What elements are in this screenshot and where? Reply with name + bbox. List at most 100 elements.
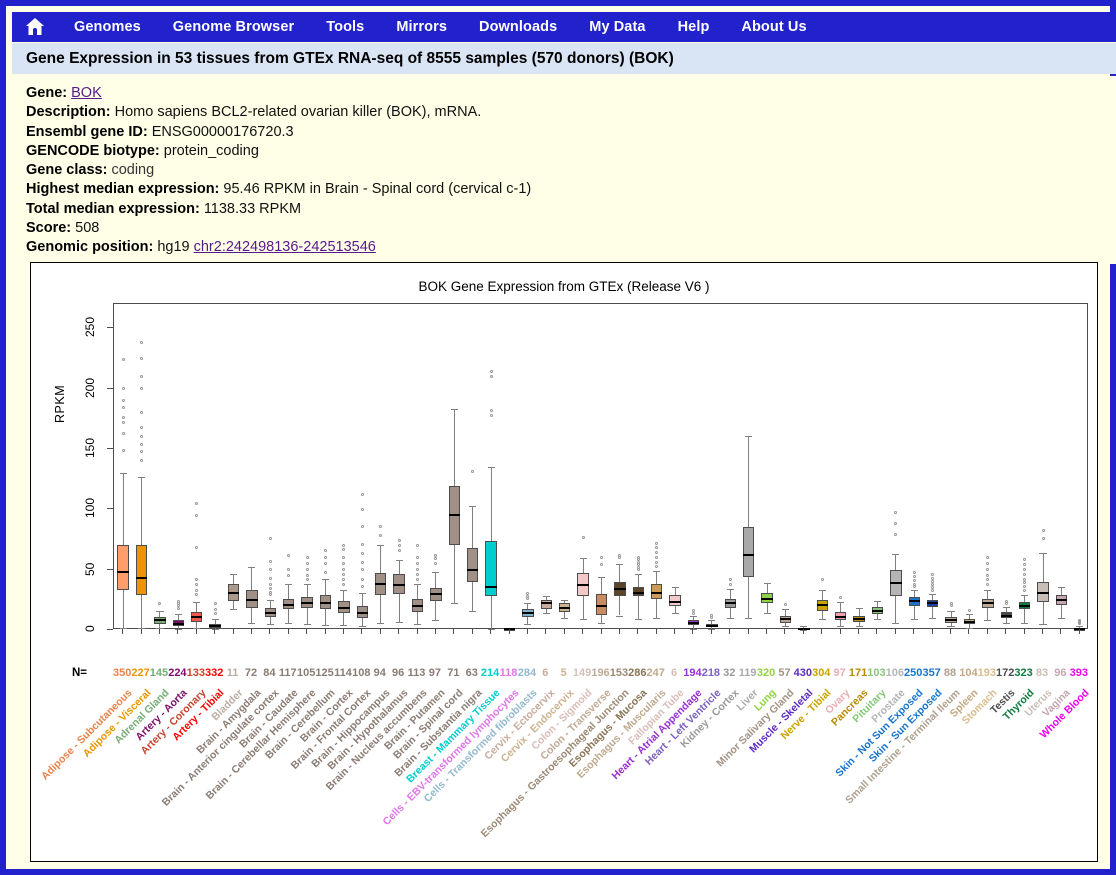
- sample-count-value: 171: [848, 667, 868, 679]
- x-tick-mark: [747, 629, 749, 634]
- x-tick-mark: [1005, 629, 1007, 634]
- sample-count-value: 119: [738, 667, 757, 679]
- sample-count-value: 6: [542, 667, 549, 679]
- assembly-value: hg19: [157, 239, 190, 256]
- x-tick-mark: [361, 629, 363, 634]
- x-axis-tissue-labels: Adipose - Subcutaneous Adipose - Visceral…: [39, 683, 1091, 863]
- nav-item-genome-browser[interactable]: Genome Browser: [157, 12, 310, 42]
- sample-count-value: 247: [646, 667, 665, 679]
- total-expression-label: Total median expression:: [26, 200, 200, 217]
- info-row-highest-expression: Highest median expression: 95.46 RPKM in…: [26, 180, 1116, 199]
- sample-count-value: 57: [778, 667, 791, 679]
- sample-count-value: 214: [480, 667, 500, 679]
- highest-expression-value: 95.46 RPKM in Brain - Spinal cord (cervi…: [223, 181, 532, 198]
- sample-count-value: 96: [1054, 667, 1067, 679]
- description-label: Description:: [26, 104, 111, 121]
- x-tick-mark: [508, 629, 510, 634]
- sample-count-value: 350: [113, 667, 132, 679]
- genomic-position-link[interactable]: chr2:242498136-242513546: [194, 239, 376, 255]
- x-tick-mark: [876, 629, 878, 634]
- sample-count-value: 83: [1035, 667, 1049, 679]
- nav-item-about-us[interactable]: About Us: [725, 12, 822, 42]
- x-tick-mark: [453, 629, 455, 634]
- x-tick-mark: [214, 629, 216, 634]
- boxplot-plot-area: [113, 303, 1088, 631]
- x-tick-mark: [1060, 629, 1062, 634]
- sample-count-row-label: N=: [72, 667, 88, 679]
- sample-count-value: 149: [572, 667, 592, 679]
- y-tick-label: 250: [83, 317, 97, 338]
- x-tick-mark: [379, 629, 381, 634]
- info-row-gene: Gene: BOK: [26, 84, 1116, 103]
- x-tick-mark: [1023, 629, 1025, 634]
- sample-count-value: 113: [407, 667, 426, 679]
- ensembl-value: ENSG00000176720.3: [151, 123, 294, 140]
- gene-class-label: Gene class:: [26, 162, 108, 179]
- x-tick-mark: [674, 629, 676, 634]
- sample-count-value: 320: [756, 667, 776, 679]
- nav-item-mirrors[interactable]: Mirrors: [380, 12, 463, 42]
- total-expression-value: 1138.33 RPKM: [203, 200, 302, 217]
- sample-count-value: 133: [186, 667, 205, 679]
- x-tick-mark: [582, 629, 584, 634]
- sample-count-value: 108: [352, 667, 371, 679]
- sample-count-value: 106: [885, 667, 905, 679]
- nav-item-downloads[interactable]: Downloads: [463, 12, 573, 42]
- sample-count-value: 250: [904, 667, 923, 679]
- x-tick-mark: [177, 629, 179, 634]
- x-tick-mark: [434, 629, 436, 634]
- x-tick-mark: [968, 629, 970, 634]
- x-tick-mark: [471, 629, 473, 634]
- y-axis-label: RPKM: [53, 384, 67, 423]
- y-tick-label: 150: [83, 437, 97, 458]
- x-tick-mark: [692, 629, 694, 634]
- x-tick-mark: [1078, 629, 1080, 634]
- info-row-genomic-position: Genomic position: hg19 chr2:242498136-24…: [26, 238, 1116, 257]
- sample-count-row: 350 227 145 224 133 332 11 72 84 117 105 125 114 108 9…: [113, 667, 1088, 681]
- nav-item-my-data[interactable]: My Data: [573, 12, 661, 42]
- sample-count-value: 125: [315, 667, 334, 679]
- nav-item-tools[interactable]: Tools: [310, 12, 380, 42]
- sample-count-value: 304: [812, 667, 831, 679]
- x-tick-mark: [232, 629, 234, 634]
- y-tick-label: 200: [83, 377, 97, 398]
- x-tick-mark: [398, 629, 400, 634]
- nav-item-help[interactable]: Help: [662, 12, 726, 42]
- x-tick-mark: [269, 629, 271, 634]
- x-tick-mark: [655, 629, 657, 634]
- sample-count-value: 117: [278, 667, 297, 679]
- sample-count-value: 153: [609, 667, 629, 679]
- page-title-bar: Gene Expression in 53 tissues from GTEx …: [12, 42, 1116, 74]
- sample-count-value: 172: [996, 667, 1015, 679]
- sample-count-value: 357: [922, 667, 941, 679]
- info-row-score: Score: 508: [26, 219, 1116, 238]
- score-value: 508: [75, 220, 100, 237]
- x-tick-mark: [287, 629, 289, 634]
- x-tick-mark: [526, 629, 528, 634]
- sample-count-value: 72: [244, 667, 258, 679]
- x-tick-mark: [950, 629, 952, 634]
- gene-link[interactable]: BOK: [71, 85, 102, 101]
- x-tick-mark: [931, 629, 933, 634]
- home-icon[interactable]: [12, 12, 58, 42]
- sample-count-value: 94: [373, 667, 386, 679]
- biotype-value: protein_coding: [163, 142, 259, 159]
- x-tick-mark: [600, 629, 602, 634]
- x-tick-mark: [766, 629, 768, 634]
- boxplot-53: [114, 304, 1087, 631]
- nav-item-genomes[interactable]: Genomes: [58, 12, 157, 42]
- sample-count-value: 6: [671, 667, 678, 679]
- info-row-description: Description: Homo sapiens BCL2-related o…: [26, 103, 1116, 122]
- info-row-biotype: GENCODE biotype: protein_coding: [26, 142, 1116, 161]
- x-tick-mark: [1042, 629, 1043, 634]
- x-tick-mark: [122, 629, 124, 634]
- x-tick-mark: [250, 629, 252, 634]
- sample-count-value: 284: [517, 667, 537, 679]
- sample-count-value: 88: [943, 667, 957, 679]
- y-tick-label: 50: [83, 561, 97, 576]
- biotype-label: GENCODE biotype:: [26, 142, 160, 159]
- sample-count-value: 105: [296, 667, 316, 679]
- sample-count-value: 227: [131, 667, 150, 679]
- x-tick-mark: [324, 629, 326, 634]
- sample-count-value: 430: [793, 667, 813, 679]
